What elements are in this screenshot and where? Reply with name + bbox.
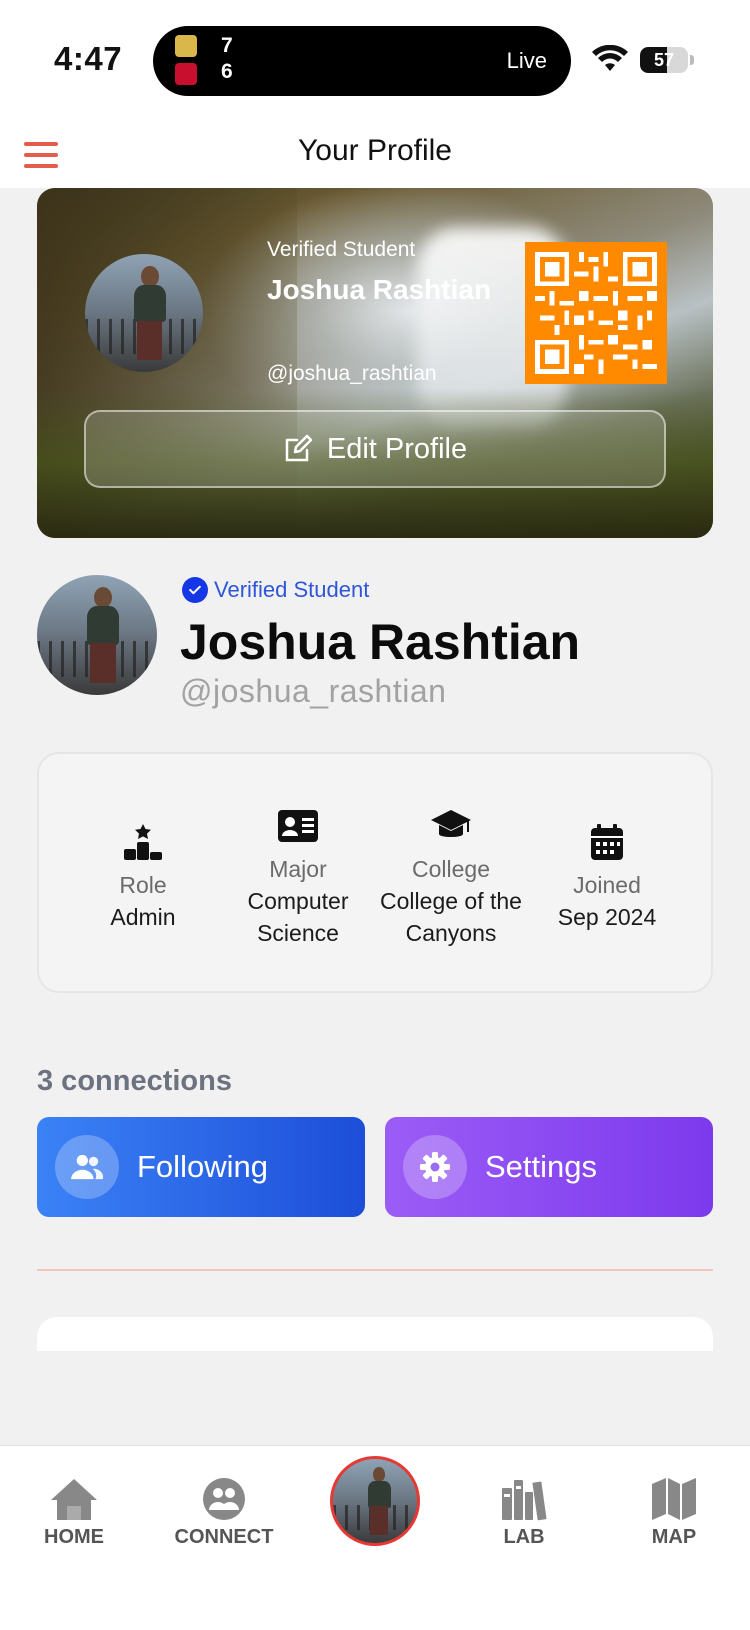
profile-avatar-tab[interactable] xyxy=(330,1456,420,1546)
profile-name: Joshua Rashtian xyxy=(267,274,492,305)
verified-badge: Verified Student xyxy=(182,577,369,603)
graduation-cap-icon xyxy=(431,810,471,837)
profile-info-panel: Role Admin Major Computer Science Colleg… xyxy=(37,752,713,993)
profile-card: Verified Student Joshua Rashtian @joshua… xyxy=(37,188,713,538)
tab-connect[interactable]: CONNECT xyxy=(164,1476,284,1549)
tab-lab-label: LAB xyxy=(503,1526,545,1548)
info-role-value: Admin xyxy=(110,904,176,930)
id-card-icon xyxy=(278,810,318,842)
live-activity-island[interactable]: 7 6 Live xyxy=(153,26,571,96)
info-major: Major Computer Science xyxy=(223,806,373,949)
calendar-icon xyxy=(591,824,623,860)
info-major-label: Major xyxy=(269,856,327,882)
avatar[interactable] xyxy=(37,575,157,695)
edit-profile-label: Edit Profile xyxy=(326,432,468,465)
team-logos xyxy=(175,35,201,87)
team-logo-icon xyxy=(175,35,197,57)
score-top: 7 xyxy=(221,34,233,57)
divider xyxy=(37,1269,713,1271)
profile-handle: @joshua_rashtian xyxy=(267,362,437,385)
tab-map[interactable]: MAP xyxy=(614,1476,734,1549)
podium-icon xyxy=(124,824,162,860)
info-major-value: Computer Science xyxy=(247,888,349,946)
info-role: Role Admin xyxy=(68,822,218,933)
page-title: Your Profile xyxy=(298,134,452,167)
edit-profile-button[interactable]: Edit Profile xyxy=(84,410,666,488)
following-button[interactable]: Following xyxy=(37,1117,365,1217)
connections-count[interactable]: 3 connections xyxy=(37,1065,232,1098)
gear-icon xyxy=(403,1135,467,1199)
verified-label: Verified Student xyxy=(214,577,370,602)
info-college-value: College of the Canyons xyxy=(380,888,522,946)
info-role-label: Role xyxy=(119,872,167,898)
edit-icon xyxy=(285,434,313,462)
status-bar: 4:47 7 6 Live 57 xyxy=(0,0,750,120)
bottom-tab-bar: HOME CONNECT LAB MAP xyxy=(0,1445,750,1630)
verified-label: Verified Student xyxy=(267,238,416,261)
team-logo-icon xyxy=(175,63,197,85)
checkmark-icon xyxy=(182,577,208,603)
battery-tip xyxy=(690,55,694,65)
profile-handle: @joshua_rashtian xyxy=(180,673,447,709)
score-bottom: 6 xyxy=(221,60,233,83)
tab-home[interactable]: HOME xyxy=(14,1476,134,1549)
settings-label: Settings xyxy=(485,1149,598,1184)
wifi-icon xyxy=(592,45,628,71)
battery-icon: 57 xyxy=(640,47,688,73)
info-joined-label: Joined xyxy=(573,872,641,898)
clock: 4:47 xyxy=(54,40,123,77)
info-joined: Joined Sep 2024 xyxy=(532,822,682,933)
books-icon xyxy=(502,1480,547,1521)
tab-home-label: HOME xyxy=(44,1526,104,1548)
following-label: Following xyxy=(137,1149,268,1184)
avatar xyxy=(85,254,203,372)
live-label: Live xyxy=(506,48,547,73)
tab-connect-label: CONNECT xyxy=(174,1526,274,1548)
info-college: College College of the Canyons xyxy=(366,806,536,949)
content-card xyxy=(37,1317,713,1351)
app-header: Your Profile xyxy=(0,120,750,188)
info-college-label: College xyxy=(412,856,490,882)
battery-level: 57 xyxy=(653,50,675,70)
people-icon xyxy=(55,1135,119,1199)
profile-name: Joshua Rashtian xyxy=(180,614,581,670)
map-icon xyxy=(652,1478,696,1520)
home-icon xyxy=(51,1479,97,1520)
connect-icon xyxy=(203,1478,245,1520)
settings-button[interactable]: Settings xyxy=(385,1117,713,1217)
qr-code-icon xyxy=(535,252,657,374)
tab-map-label: MAP xyxy=(651,1526,697,1548)
info-joined-value: Sep 2024 xyxy=(557,904,657,930)
qr-code[interactable] xyxy=(525,242,667,384)
tab-lab[interactable]: LAB xyxy=(464,1476,584,1549)
